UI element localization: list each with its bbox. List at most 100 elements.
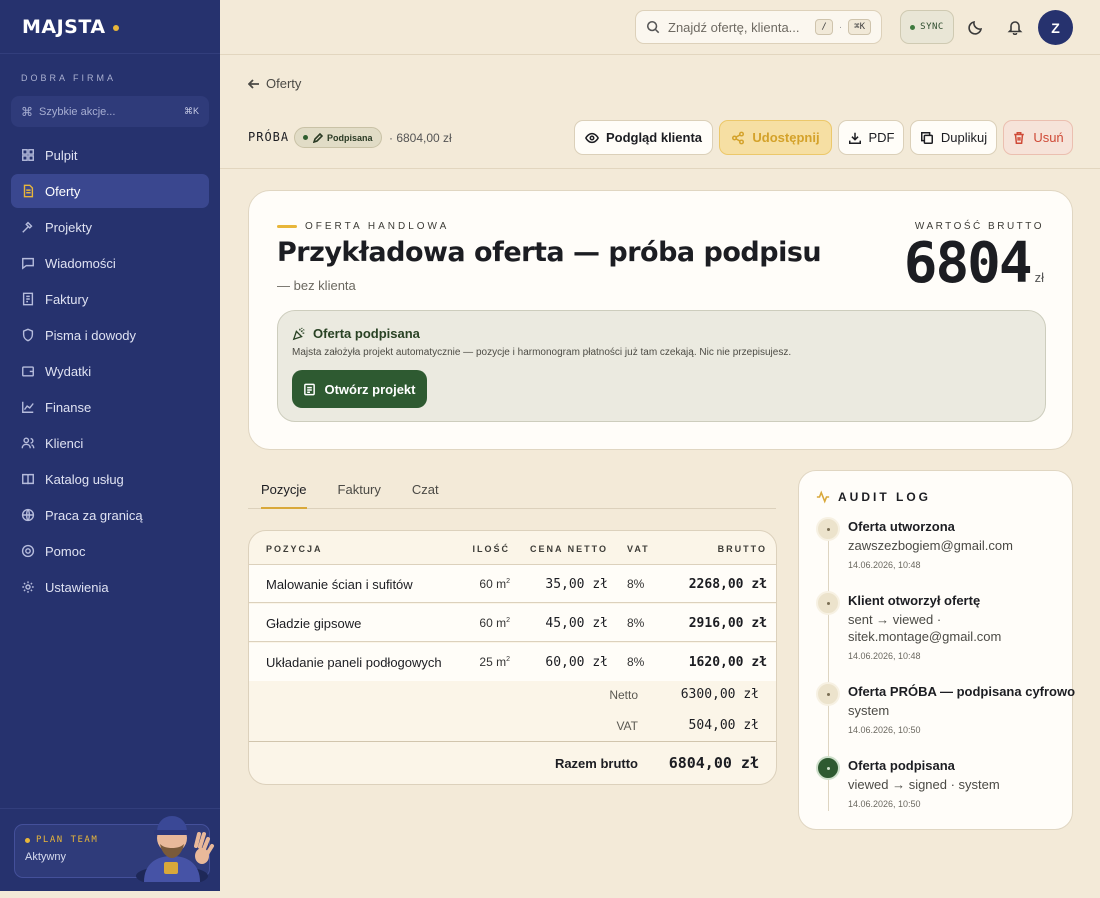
event-title: Oferta PRÓBA — podpisana cyfrowo: [848, 684, 1076, 699]
sidebar-item-pulpit[interactable]: Pulpit: [11, 138, 209, 172]
gross-total-label: Razem brutto: [554, 756, 638, 771]
vat-total-label: VAT: [616, 719, 638, 733]
open-project-label: Otwórz projekt: [324, 381, 416, 397]
project-icon: [304, 383, 316, 395]
back-link[interactable]: Oferty: [248, 76, 301, 91]
gross-value-currency: zł: [1034, 270, 1044, 285]
download-icon: [848, 132, 861, 144]
event-title: Oferta podpisana: [848, 758, 955, 773]
table-row[interactable]: Malowanie ścian i sufitów 60 m2 35,00 zł…: [249, 565, 776, 603]
duplicate-button[interactable]: Duplikuj: [910, 120, 997, 155]
row-qty-unit-exponent: 2: [506, 656, 510, 663]
offer-type-label: OFERTA HANDLOWA: [305, 221, 450, 232]
sidebar-nav: Pulpit Oferty Projekty Wiadomości Faktur…: [11, 138, 209, 606]
search-shortcut-separator: ·: [838, 21, 843, 33]
event-dot: [816, 756, 840, 780]
topbar: Znajdź ofertę, klienta... / · ⌘K SYNC Z: [220, 0, 1100, 55]
arrow-left-icon: [248, 78, 259, 89]
delete-button[interactable]: Usuń: [1003, 120, 1073, 155]
sidebar-item-katalog[interactable]: Katalog usług: [11, 462, 209, 496]
open-project-button[interactable]: Otwórz projekt: [292, 370, 427, 408]
row-net-price: 35,00 zł: [545, 577, 608, 592]
share-button[interactable]: Udostępnij: [719, 120, 832, 155]
audit-event: Oferta podpisana viewed → signed · syste…: [816, 756, 1066, 816]
row-qty: 25 m2: [479, 655, 510, 669]
event-body: viewed → signed · system: [848, 777, 1000, 792]
event-body: zawszezbogiem@gmail.com: [848, 538, 1013, 553]
signed-title-text: Oferta podpisana: [313, 326, 420, 341]
back-label: Oferty: [266, 76, 302, 91]
sidebar-item-label: Praca za granicą: [45, 507, 143, 523]
table-row[interactable]: Gładzie gipsowe 60 m2 45,00 zł 8% 2916,0…: [249, 604, 776, 642]
wallet-icon: [22, 366, 34, 377]
sidebar-item-label: Projekty: [45, 219, 92, 235]
row-qty: 60 m2: [479, 577, 510, 591]
plan-name: PLAN TEAM: [36, 835, 99, 845]
notifications-button[interactable]: [1000, 12, 1030, 42]
theme-toggle-button[interactable]: [961, 12, 991, 42]
offer-title: Przykładowa oferta — próba podpisu: [277, 237, 822, 268]
eyebrow-bar: [277, 225, 297, 228]
sync-status-button[interactable]: SYNC: [900, 10, 954, 44]
sidebar-item-wiadomosci[interactable]: Wiadomości: [11, 246, 209, 280]
sidebar-item-label: Klienci: [45, 435, 84, 451]
net-total-label: Netto: [609, 688, 638, 702]
trash-icon: [1014, 131, 1025, 144]
search-shortcut-slash: /: [815, 19, 833, 35]
sidebar-item-projekty[interactable]: Projekty: [11, 210, 209, 244]
column-header-position: POZYCJA: [266, 544, 323, 554]
sidebar-item-label: Pomoc: [45, 543, 86, 559]
client-preview-label: Podgląd klienta: [605, 130, 703, 145]
sync-dot: [910, 24, 916, 30]
plan-dot: [25, 837, 30, 843]
status-dot: [303, 135, 308, 140]
column-header-vat: VAT: [627, 544, 650, 554]
bell-icon: [1007, 21, 1023, 35]
brand[interactable]: MAJSTA: [0, 0, 220, 54]
client-preview-button[interactable]: Podgląd klienta: [574, 120, 713, 155]
user-avatar[interactable]: Z: [1038, 10, 1073, 45]
row-name: Malowanie ścian i sufitów: [266, 577, 413, 592]
sidebar-item-label: Katalog usług: [45, 471, 124, 487]
gross-value-number: 6804: [903, 231, 1033, 296]
sidebar-item-ustawienia[interactable]: Ustawienia: [11, 570, 209, 604]
tab-pozycje[interactable]: Pozycje: [261, 472, 307, 509]
audit-event: Oferta utworzona zawszezbogiem@gmail.com…: [816, 517, 1066, 577]
tab-czat[interactable]: Czat: [412, 472, 439, 509]
sidebar-item-oferty[interactable]: Oferty: [11, 174, 209, 208]
offer-summary-card: OFERTA HANDLOWA Przykładowa oferta — pró…: [248, 190, 1073, 450]
sidebar-item-faktury[interactable]: Faktury: [11, 282, 209, 316]
eye-icon: [584, 132, 599, 143]
audit-event: Klient otworzył ofertę sent → viewed · s…: [816, 591, 1066, 671]
sidebar-item-pisma[interactable]: Pisma i dowody: [11, 318, 209, 352]
sidebar-item-label: Wiadomości: [45, 255, 116, 271]
sidebar-item-pomoc[interactable]: Pomoc: [11, 534, 209, 568]
sidebar-item-label: Finanse: [45, 399, 92, 415]
dashboard-icon: [22, 149, 34, 161]
pdf-button[interactable]: PDF: [838, 120, 904, 155]
sync-label: SYNC: [920, 22, 944, 32]
status-badge: Podpisana: [294, 127, 382, 148]
row-qty-value: 60 m: [479, 577, 507, 591]
command-icon: ⌘: [21, 104, 33, 119]
global-search[interactable]: Znajdź ofertę, klienta... / · ⌘K: [635, 10, 882, 44]
mascot-illustration: [136, 816, 214, 882]
vat-total-value: 504,00 zł: [688, 718, 759, 733]
event-body: system: [848, 703, 890, 718]
quick-actions-button[interactable]: ⌘ Szybkie akcje... ⌘K: [11, 96, 209, 127]
net-total-value: 6300,00 zł: [680, 687, 759, 702]
sidebar-item-label: Pulpit: [45, 147, 78, 163]
sidebar-item-finanse[interactable]: Finanse: [11, 390, 209, 424]
share-label: Udostępnij: [752, 130, 820, 145]
tab-faktury[interactable]: Faktury: [338, 472, 381, 509]
globe-icon: [21, 508, 35, 522]
sidebar-item-klienci[interactable]: Klienci: [11, 426, 209, 460]
row-qty-unit-exponent: 2: [506, 578, 510, 585]
party-popper-icon: [292, 327, 305, 340]
sidebar-item-wydatki[interactable]: Wydatki: [11, 354, 209, 388]
sidebar-item-label: Oferty: [45, 183, 81, 199]
sidebar-item-praca-za-granica[interactable]: Praca za granicą: [11, 498, 209, 532]
row-gross: 2268,00 zł: [688, 577, 767, 592]
event-time: 14.06.2026, 10:50: [848, 799, 921, 809]
table-row[interactable]: Układanie paneli podłogowych 25 m2 60,00…: [249, 643, 776, 681]
